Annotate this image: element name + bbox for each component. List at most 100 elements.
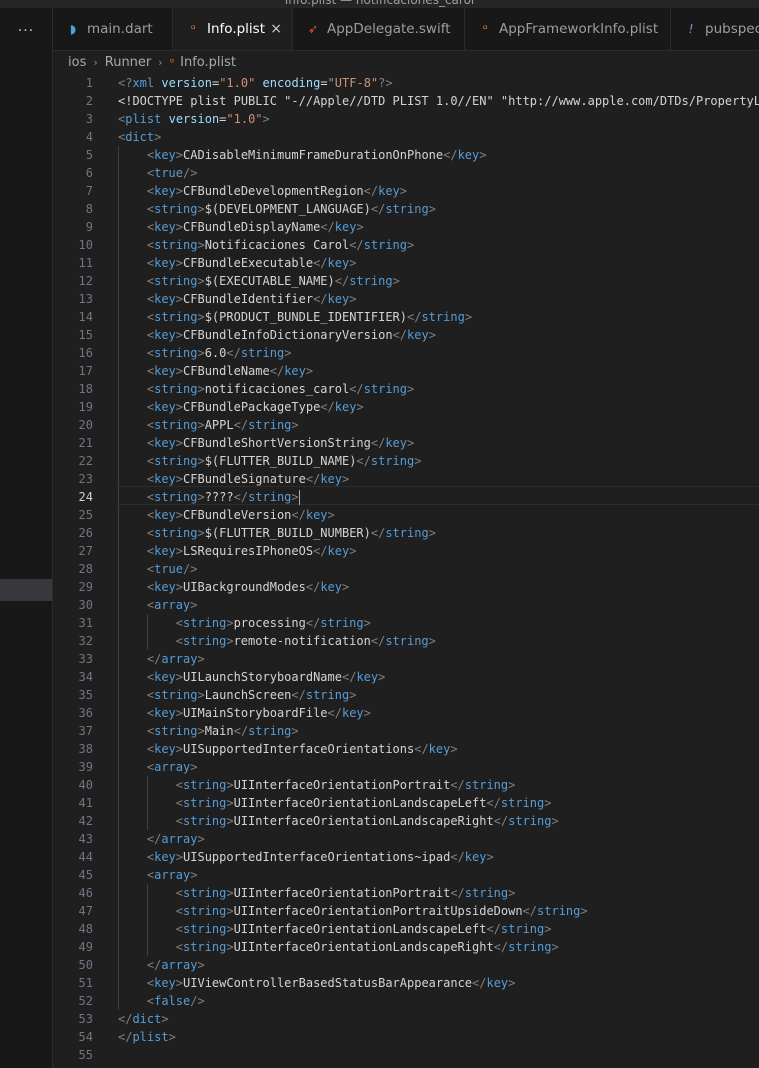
- code-text: CFBundleDevelopmentRegion: [183, 184, 364, 198]
- sidebar-selected-row[interactable]: [0, 579, 52, 601]
- code-punct: </: [486, 922, 501, 936]
- line-number: 29: [78, 580, 93, 594]
- code-content: <key>CFBundleDisplayName</key>: [147, 218, 364, 236]
- code-punct: >: [226, 814, 234, 828]
- indent-guide: [118, 740, 119, 758]
- line-number: 12: [78, 274, 93, 288]
- code-content: <array>: [147, 866, 198, 884]
- line-number: 11: [78, 256, 93, 270]
- line-number: 2: [85, 94, 93, 108]
- code-tag-name: string: [182, 886, 227, 900]
- code-punct: >: [486, 850, 494, 864]
- code-tag-name: key: [154, 328, 176, 342]
- line-number: 13: [78, 292, 93, 306]
- indent-guide: [118, 938, 119, 956]
- ellipsis-icon[interactable]: ···: [12, 24, 40, 38]
- code-punct: >: [197, 454, 205, 468]
- rss-icon: ᵅ: [482, 22, 488, 36]
- code-text: UISupportedInterfaceOrientations: [183, 742, 415, 756]
- code-content: <string>remote-notification</string>: [176, 632, 436, 650]
- code-punct: >: [197, 274, 205, 288]
- code-punct: >: [175, 544, 184, 558]
- code-editor[interactable]: 1 <?xml version="1.0" encoding="UTF-8"?> 2…: [53, 72, 759, 1068]
- code-punct: </: [370, 526, 386, 540]
- code-punct: />: [183, 562, 198, 576]
- code-tag-name: key: [378, 184, 400, 198]
- tab-label: Info.plist: [207, 21, 266, 37]
- code-punct: >: [197, 958, 205, 972]
- indent-guide: [118, 920, 119, 938]
- code-text: CFBundleSignature: [183, 472, 306, 486]
- indent-guide: [118, 164, 119, 182]
- code-text: UIInterfaceOrientationLandscapeRight: [233, 940, 494, 954]
- line-number: 43: [78, 832, 93, 846]
- indent-guide: [118, 884, 119, 902]
- code-tag-name: string: [349, 274, 393, 288]
- tab-info-plist[interactable]: ᵅ Info.plist ×: [173, 8, 293, 50]
- code-text: <!DOCTYPE plist PUBLIC "-//Apple//DTD PL…: [118, 94, 759, 108]
- code-text: UILaunchStoryboardName: [183, 670, 342, 684]
- line-number: 38: [78, 742, 93, 756]
- code-content: <key>UIBackgroundModes</key>: [147, 578, 349, 596]
- code-punct: <: [175, 778, 183, 792]
- code-content: <key>UIMainStoryboardFile</key>: [147, 704, 371, 722]
- code-tag-name: key: [154, 742, 176, 756]
- code-content: <string>processing</string>: [176, 614, 371, 632]
- code-punct: </: [291, 508, 306, 522]
- indent-guide: [118, 416, 119, 434]
- line-number: 22: [78, 454, 93, 468]
- code-tag-name: key: [356, 670, 379, 684]
- line-number: 49: [78, 940, 93, 954]
- code-tag-name: key: [154, 364, 176, 378]
- line-number: 41: [78, 796, 93, 810]
- indent-guide: [118, 200, 119, 218]
- code-tag-name: key: [154, 148, 176, 162]
- close-icon[interactable]: ×: [270, 21, 282, 37]
- tab-appframeworkinfo-plist[interactable]: ᵅ AppFrameworkInfo.plist: [465, 8, 671, 50]
- indent-guide: [118, 434, 119, 452]
- code-punct: </: [450, 850, 465, 864]
- code-attr-value: "1.0": [219, 76, 256, 90]
- code-punct: </: [233, 724, 249, 738]
- code-content: <key>CADisableMinimumFrameDurationOnPhon…: [147, 146, 487, 164]
- tab-pubspec[interactable]: ! pubspec.y: [671, 8, 759, 50]
- code-punct: >: [428, 202, 436, 216]
- code-text: LSRequiresIPhoneOS: [183, 544, 314, 558]
- code-punct: >: [197, 418, 205, 432]
- code-punct: ?>: [378, 76, 393, 90]
- code-punct: >: [378, 670, 386, 684]
- code-punct: >: [175, 742, 184, 756]
- code-attr-value: "1.0": [226, 112, 263, 126]
- code-content: <string>notificaciones_carol</string>: [147, 380, 414, 398]
- code-punct: >: [197, 724, 205, 738]
- code-punct: >: [544, 796, 552, 810]
- code-content: <string>$(FLUTTER_BUILD_NUMBER)</string>: [147, 524, 436, 542]
- code-content: <string>6.0</string>: [147, 344, 292, 362]
- code-tag-name: string: [421, 310, 465, 324]
- code-punct: <: [175, 616, 183, 630]
- breadcrumb-item-runner[interactable]: Runner: [105, 55, 152, 70]
- code-tag-name: array: [154, 760, 191, 774]
- indent-guide: [118, 362, 119, 380]
- breadcrumb-item-ios[interactable]: ios: [68, 55, 86, 70]
- code-punct: >: [356, 220, 364, 234]
- line-number: 9: [85, 220, 93, 234]
- indent-guide: [118, 308, 119, 326]
- code-content: <key>CFBundleIdentifier</key>: [147, 290, 357, 308]
- code-tag-name: key: [327, 544, 350, 558]
- indent-guide: [146, 614, 148, 632]
- code-content: <string>UIInterfaceOrientationPortraitUp…: [176, 902, 588, 920]
- code-text: UIViewControllerBasedStatusBarAppearance: [183, 976, 473, 990]
- tab-main-dart[interactable]: ◗ main.dart: [53, 8, 173, 50]
- tab-appdelegate-swift[interactable]: ➶ AppDelegate.swift: [293, 8, 465, 50]
- tab-label: pubspec.y: [705, 21, 759, 37]
- code-punct: >: [342, 472, 350, 486]
- indent-guide: [118, 866, 119, 884]
- code-punct: >: [175, 364, 184, 378]
- breadcrumb-item-file[interactable]: Info.plist: [180, 55, 236, 70]
- code-punct: </: [363, 184, 379, 198]
- code-punct: >: [197, 490, 205, 504]
- code-tag-name: string: [305, 688, 350, 702]
